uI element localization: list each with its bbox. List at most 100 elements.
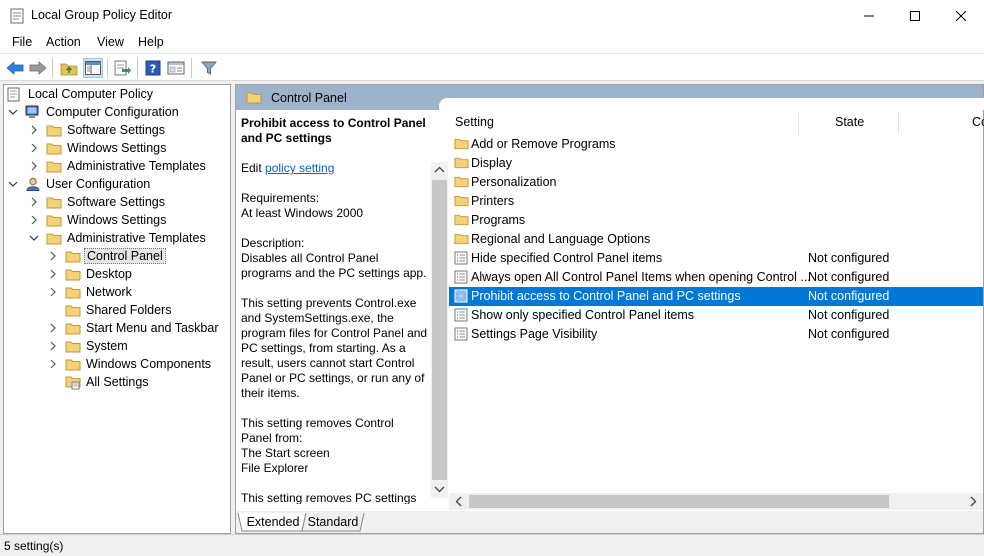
tree-node-all-settings[interactable]: All Settings — [47, 373, 151, 391]
tree-node-control-panel[interactable]: Control Panel — [47, 247, 166, 265]
tree-node-uc-administrative-templates[interactable]: Administrative Templates — [28, 229, 208, 247]
list-item[interactable]: Hide specified Control Panel items Not co… — [449, 249, 983, 268]
list-item[interactable]: Add or Remove Programs — [449, 135, 983, 154]
user-icon — [25, 177, 41, 191]
tree-node-local-computer-policy[interactable]: Local Computer Policy — [7, 85, 155, 103]
list-item[interactable]: Always open All Control Panel Items when… — [449, 268, 983, 287]
chevron-right-icon[interactable] — [28, 142, 40, 154]
tree-node-system[interactable]: System — [47, 337, 130, 355]
policy-setting-icon — [454, 289, 469, 303]
description-paragraph: Panel from: — [241, 431, 303, 445]
filter-button[interactable] — [199, 58, 219, 78]
up-one-level-button[interactable] — [59, 58, 79, 78]
list-item[interactable]: Show only specified Control Panel items N… — [449, 306, 983, 325]
chevron-right-icon[interactable] — [28, 214, 40, 226]
scroll-down-icon[interactable] — [433, 483, 446, 496]
settings-horizontal-scrollbar[interactable] — [449, 493, 983, 510]
tree-node-start-menu-taskbar[interactable]: Start Menu and Taskbar — [47, 319, 220, 337]
scroll-up-icon[interactable] — [433, 163, 446, 176]
edit-policy-setting-link[interactable]: policy setting — [265, 161, 334, 175]
minimize-button[interactable] — [846, 0, 892, 31]
chevron-right-icon[interactable] — [47, 358, 59, 370]
toolbar-separator — [137, 58, 138, 78]
close-button[interactable] — [938, 0, 984, 31]
menu-help[interactable]: Help — [138, 35, 164, 49]
setting-state: Not configured — [808, 251, 890, 265]
tree-node-desktop[interactable]: Desktop — [47, 265, 134, 283]
tree-node-network[interactable]: Network — [47, 283, 134, 301]
scroll-right-icon[interactable] — [967, 495, 980, 508]
folder-icon — [454, 213, 469, 227]
menu-action[interactable]: Action — [46, 35, 81, 49]
settings-list: Setting State Co Add or Remove Programs D… — [449, 110, 984, 510]
scrollbar-thumb[interactable] — [469, 495, 889, 508]
setting-name: Always open All Control Panel Items when… — [471, 270, 811, 284]
scroll-left-icon[interactable] — [452, 495, 465, 508]
properties-view-button[interactable] — [166, 58, 186, 78]
column-header-setting[interactable]: Setting — [455, 110, 494, 134]
folder-open-icon — [46, 231, 62, 245]
column-header-comment[interactable]: Co — [972, 110, 984, 134]
column-header-state[interactable]: State — [835, 110, 864, 134]
menu-view[interactable]: View — [97, 35, 124, 49]
export-list-button[interactable] — [113, 58, 133, 78]
filter-icon — [201, 61, 217, 75]
description-scrollbar[interactable] — [431, 162, 448, 498]
list-item[interactable]: Printers — [449, 192, 983, 211]
chevron-down-icon[interactable] — [7, 178, 19, 190]
description-text: Disables all Control Panel programs and … — [241, 251, 427, 280]
chevron-down-icon[interactable] — [7, 106, 19, 118]
folder-icon — [454, 137, 469, 151]
view-tabs: Extended Standard — [236, 511, 983, 533]
navigation-tree: Local Computer Policy Computer Configura… — [3, 84, 231, 534]
status-bar: 5 setting(s) — [0, 534, 984, 556]
toolbar-separator — [107, 58, 108, 78]
chevron-right-icon[interactable] — [47, 322, 59, 334]
chevron-right-icon[interactable] — [47, 340, 59, 352]
tree-node-user-configuration[interactable]: User Configuration — [7, 175, 152, 193]
list-item[interactable]: Personalization — [449, 173, 983, 192]
folder-icon — [65, 357, 81, 371]
maximize-button[interactable] — [892, 0, 938, 31]
setting-name: Printers — [471, 194, 515, 208]
title-bar: Local Group Policy Editor — [0, 0, 984, 31]
setting-state: Not configured — [808, 308, 890, 322]
show-hide-tree-button[interactable] — [83, 58, 103, 78]
tree-node-shared-folders[interactable]: Shared Folders — [47, 301, 173, 319]
tree-node-uc-software-settings[interactable]: Software Settings — [28, 193, 167, 211]
forward-button[interactable] — [28, 58, 48, 78]
list-item[interactable]: Regional and Language Options — [449, 230, 983, 249]
folder-icon — [46, 213, 62, 227]
tree-node-cc-software-settings[interactable]: Software Settings — [28, 121, 167, 139]
properties-view-icon — [167, 61, 185, 75]
tree-node-windows-components[interactable]: Windows Components — [47, 355, 213, 373]
folder-icon — [65, 249, 81, 263]
chevron-down-icon[interactable] — [28, 232, 40, 244]
tab-standard[interactable]: Standard — [306, 513, 360, 531]
chevron-right-icon[interactable] — [47, 268, 59, 280]
chevron-right-icon[interactable] — [47, 286, 59, 298]
list-item[interactable]: Settings Page Visibility Not configured — [449, 325, 983, 344]
edit-prefix: Edit — [241, 161, 266, 175]
tree-node-cc-administrative-templates[interactable]: Administrative Templates — [28, 157, 208, 175]
tree-node-uc-windows-settings[interactable]: Windows Settings — [28, 211, 168, 229]
back-button[interactable] — [5, 58, 25, 78]
chevron-right-icon[interactable] — [28, 124, 40, 136]
tree-node-computer-configuration[interactable]: Computer Configuration — [7, 103, 181, 121]
chevron-right-icon[interactable] — [47, 250, 59, 262]
folder-icon — [454, 232, 469, 246]
all-settings-icon — [65, 375, 81, 389]
list-item[interactable]: Prohibit access to Control Panel and PC … — [449, 287, 983, 306]
chevron-right-icon[interactable] — [28, 160, 40, 172]
tab-extended[interactable]: Extended — [244, 513, 302, 531]
folder-icon — [246, 91, 262, 107]
setting-name: Settings Page Visibility — [471, 327, 598, 341]
help-button[interactable]: ? — [143, 58, 163, 78]
tree-node-cc-windows-settings[interactable]: Windows Settings — [28, 139, 168, 157]
list-item[interactable]: Programs — [449, 211, 983, 230]
policy-description: Prohibit access to Control Panel and PC … — [241, 116, 428, 504]
list-item[interactable]: Display — [449, 154, 983, 173]
chevron-right-icon[interactable] — [28, 196, 40, 208]
menu-file[interactable]: File — [12, 35, 32, 49]
scrollbar-thumb[interactable] — [432, 180, 447, 480]
